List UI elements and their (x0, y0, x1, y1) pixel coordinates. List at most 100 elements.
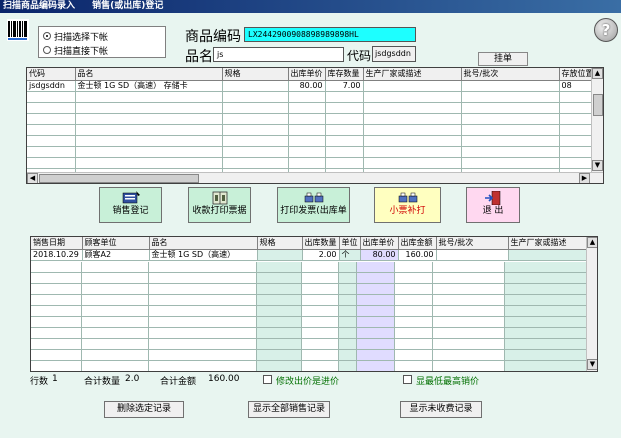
empty-cell[interactable] (302, 273, 339, 284)
scroll-down-icon[interactable]: ▼ (592, 160, 603, 171)
stock-col-qty[interactable]: 库存数量 (325, 68, 364, 81)
empty-cell[interactable] (31, 306, 82, 317)
empty-cell[interactable] (31, 317, 82, 328)
show-unpaid-button[interactable]: 显示未收费记录 (400, 401, 482, 418)
table-row[interactable] (27, 102, 597, 114)
sales-col-batch[interactable]: 批号/批次 (436, 237, 509, 250)
empty-cell[interactable] (339, 306, 357, 317)
empty-cell[interactable] (149, 284, 257, 295)
empty-cell[interactable] (395, 273, 433, 284)
empty-cell[interactable] (31, 350, 82, 361)
empty-cell[interactable] (505, 328, 587, 339)
stock-col-batch[interactable]: 批号/批次 (461, 68, 560, 81)
scroll-left-icon[interactable]: ◀ (27, 173, 38, 183)
empty-cell[interactable] (257, 284, 302, 295)
sales-col-amount[interactable]: 出库金额 (398, 237, 437, 250)
table-row[interactable]: 2018.10.29 顾客A2 金士顿 1G SD（高速） 2.00 个 80.… (31, 249, 591, 261)
empty-cell[interactable] (82, 350, 149, 361)
empty-cell[interactable] (149, 317, 257, 328)
modify-price-checkbox[interactable] (263, 375, 272, 384)
empty-cell[interactable] (257, 295, 302, 306)
empty-cell[interactable] (257, 262, 302, 273)
empty-cell[interactable] (433, 350, 505, 361)
stock-col-maker[interactable]: 生产厂家或描述 (363, 68, 462, 81)
cell[interactable] (257, 249, 303, 261)
empty-cell[interactable] (433, 262, 505, 273)
empty-cell[interactable] (31, 273, 82, 284)
empty-cell[interactable] (302, 350, 339, 361)
cell[interactable]: 2018.10.29 (31, 249, 83, 261)
empty-cell[interactable] (302, 361, 339, 371)
cell[interactable]: 个 (339, 249, 361, 261)
empty-cell[interactable] (357, 284, 395, 295)
empty-cell[interactable] (357, 350, 395, 361)
cell[interactable]: 80.00 (288, 80, 326, 92)
empty-cell[interactable] (433, 361, 505, 371)
sales-col-customer[interactable]: 顾客单位 (82, 237, 150, 250)
stock-col-code[interactable]: 代码 (27, 68, 76, 81)
cell[interactable]: 金士顿 1G SD（高速） (149, 249, 258, 261)
product-name-input[interactable]: js (213, 47, 344, 62)
empty-cell[interactable] (257, 273, 302, 284)
cell[interactable]: jsdgsddn (27, 80, 76, 92)
empty-cell[interactable] (505, 295, 587, 306)
empty-cell[interactable] (395, 317, 433, 328)
empty-cell[interactable] (357, 339, 395, 350)
cell[interactable]: 2.00 (302, 249, 340, 261)
sales-col-name[interactable]: 品名 (149, 237, 258, 250)
scroll-down-icon[interactable]: ▼ (587, 359, 597, 370)
empty-cell[interactable] (433, 328, 505, 339)
empty-cell[interactable] (149, 350, 257, 361)
stock-col-name[interactable]: 品名 (75, 68, 223, 81)
scroll-right-icon[interactable]: ▶ (579, 173, 590, 183)
empty-cell[interactable] (395, 295, 433, 306)
empty-cell[interactable] (257, 317, 302, 328)
cell[interactable]: 顾客A2 (82, 249, 150, 261)
sale-register-button[interactable]: 销售登记 (99, 187, 162, 223)
table-row[interactable] (27, 113, 597, 125)
empty-cell[interactable] (82, 361, 149, 371)
exit-button[interactable]: 退 出 (466, 187, 520, 223)
empty-cell[interactable] (357, 262, 395, 273)
empty-cell[interactable] (357, 273, 395, 284)
empty-cell[interactable] (302, 328, 339, 339)
help-button[interactable]: ? (594, 18, 618, 42)
empty-cell[interactable] (339, 295, 357, 306)
print-receipt-button[interactable]: 收款打印票据 (188, 187, 251, 223)
empty-cell[interactable] (257, 361, 302, 371)
cell[interactable]: 金士顿 1G SD（高速） 存储卡 (75, 80, 223, 92)
empty-cell[interactable] (395, 262, 433, 273)
scroll-thumb[interactable] (39, 174, 199, 183)
radio-checked-icon[interactable] (43, 32, 51, 40)
empty-cell[interactable] (433, 284, 505, 295)
empty-cell[interactable] (257, 328, 302, 339)
empty-cell[interactable] (31, 284, 82, 295)
empty-cell[interactable] (149, 306, 257, 317)
empty-cell[interactable] (505, 262, 587, 273)
empty-cell[interactable] (505, 339, 587, 350)
empty-cell[interactable] (395, 328, 433, 339)
empty-cell[interactable] (82, 339, 149, 350)
empty-cell[interactable] (505, 361, 587, 371)
empty-cell[interactable] (433, 306, 505, 317)
stock-vscrollbar[interactable]: ▲ ▼ (591, 68, 603, 172)
show-lowest-checkbox[interactable] (403, 375, 412, 384)
table-row[interactable] (27, 157, 597, 169)
empty-cell[interactable] (339, 339, 357, 350)
stock-hscrollbar[interactable]: ◀ ▶ (27, 172, 603, 183)
empty-cell[interactable] (433, 295, 505, 306)
hang-order-button[interactable]: 挂单 (478, 52, 528, 66)
empty-cell[interactable] (82, 328, 149, 339)
empty-cell[interactable] (82, 306, 149, 317)
empty-cell[interactable] (149, 295, 257, 306)
empty-cell[interactable] (395, 306, 433, 317)
table-row[interactable] (27, 124, 597, 136)
empty-cell[interactable] (433, 273, 505, 284)
empty-cell[interactable] (357, 295, 395, 306)
empty-cell[interactable] (302, 306, 339, 317)
empty-cell[interactable] (302, 262, 339, 273)
empty-cell[interactable] (302, 284, 339, 295)
stock-col-price[interactable]: 出库单价 (288, 68, 326, 81)
sales-col-price[interactable]: 出库单价 (360, 237, 399, 250)
cell[interactable]: 160.00 (398, 249, 437, 261)
